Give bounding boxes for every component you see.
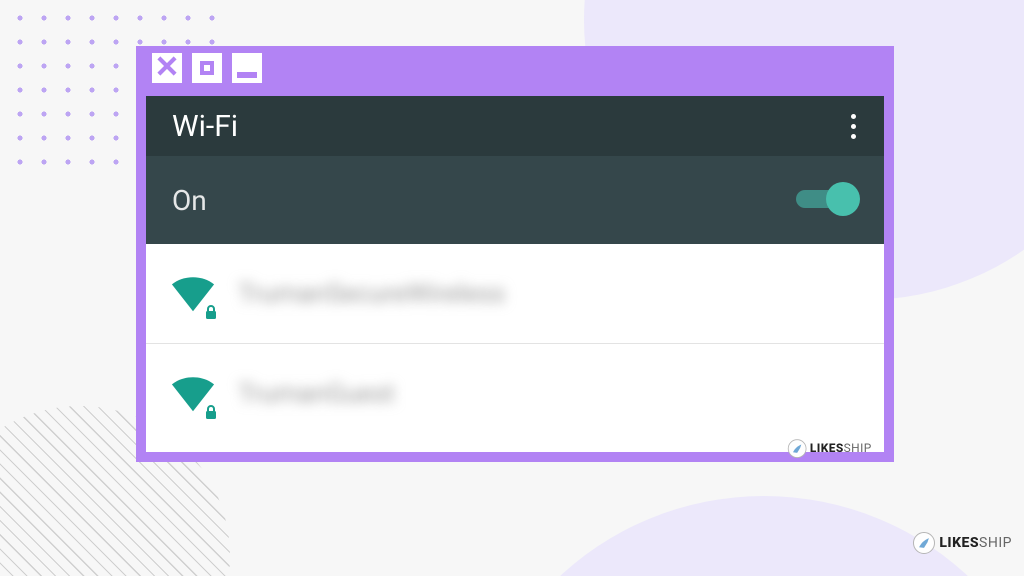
minimize-icon xyxy=(237,72,257,78)
watermark-logo-icon xyxy=(913,532,935,554)
network-item[interactable]: TrumanGuest xyxy=(146,344,884,444)
page-title: Wi-Fi xyxy=(172,109,238,144)
toggle-thumb xyxy=(826,182,860,216)
network-item[interactable]: TrumanSecureWireless xyxy=(146,244,884,344)
watermark-text: LIKESSHIP xyxy=(939,535,1012,551)
wifi-signal-icon xyxy=(170,374,216,414)
watermark-text: LIKESSHIP xyxy=(810,442,872,456)
watermark-logo-icon xyxy=(788,439,807,458)
wifi-header: Wi-Fi xyxy=(146,96,884,156)
menu-dots-icon xyxy=(851,114,856,119)
minimize-button[interactable] xyxy=(232,53,262,83)
wifi-signal-icon xyxy=(170,274,216,314)
close-icon xyxy=(157,56,177,80)
wifi-toggle[interactable] xyxy=(796,182,860,218)
close-button[interactable] xyxy=(152,53,182,83)
lock-icon xyxy=(204,404,218,420)
watermark-inner: LIKESSHIP xyxy=(788,439,872,458)
watermark-outer: LIKESSHIP xyxy=(913,532,1012,554)
wifi-toggle-row: On xyxy=(146,156,884,244)
network-list: TrumanSecureWireless TrumanGuest xyxy=(146,244,884,452)
maximize-button[interactable] xyxy=(192,53,222,83)
lock-icon xyxy=(204,304,218,320)
menu-dots-icon xyxy=(851,134,856,139)
maximize-icon xyxy=(200,61,214,75)
app-window: Wi-Fi On TrumanSecureWireless xyxy=(136,46,894,462)
network-name: TrumanGuest xyxy=(238,379,395,409)
menu-dots-icon xyxy=(851,124,856,129)
wifi-state-label: On xyxy=(172,184,207,217)
overflow-menu-button[interactable] xyxy=(845,108,862,145)
window-titlebar xyxy=(146,50,884,96)
network-name: TrumanSecureWireless xyxy=(238,279,505,309)
